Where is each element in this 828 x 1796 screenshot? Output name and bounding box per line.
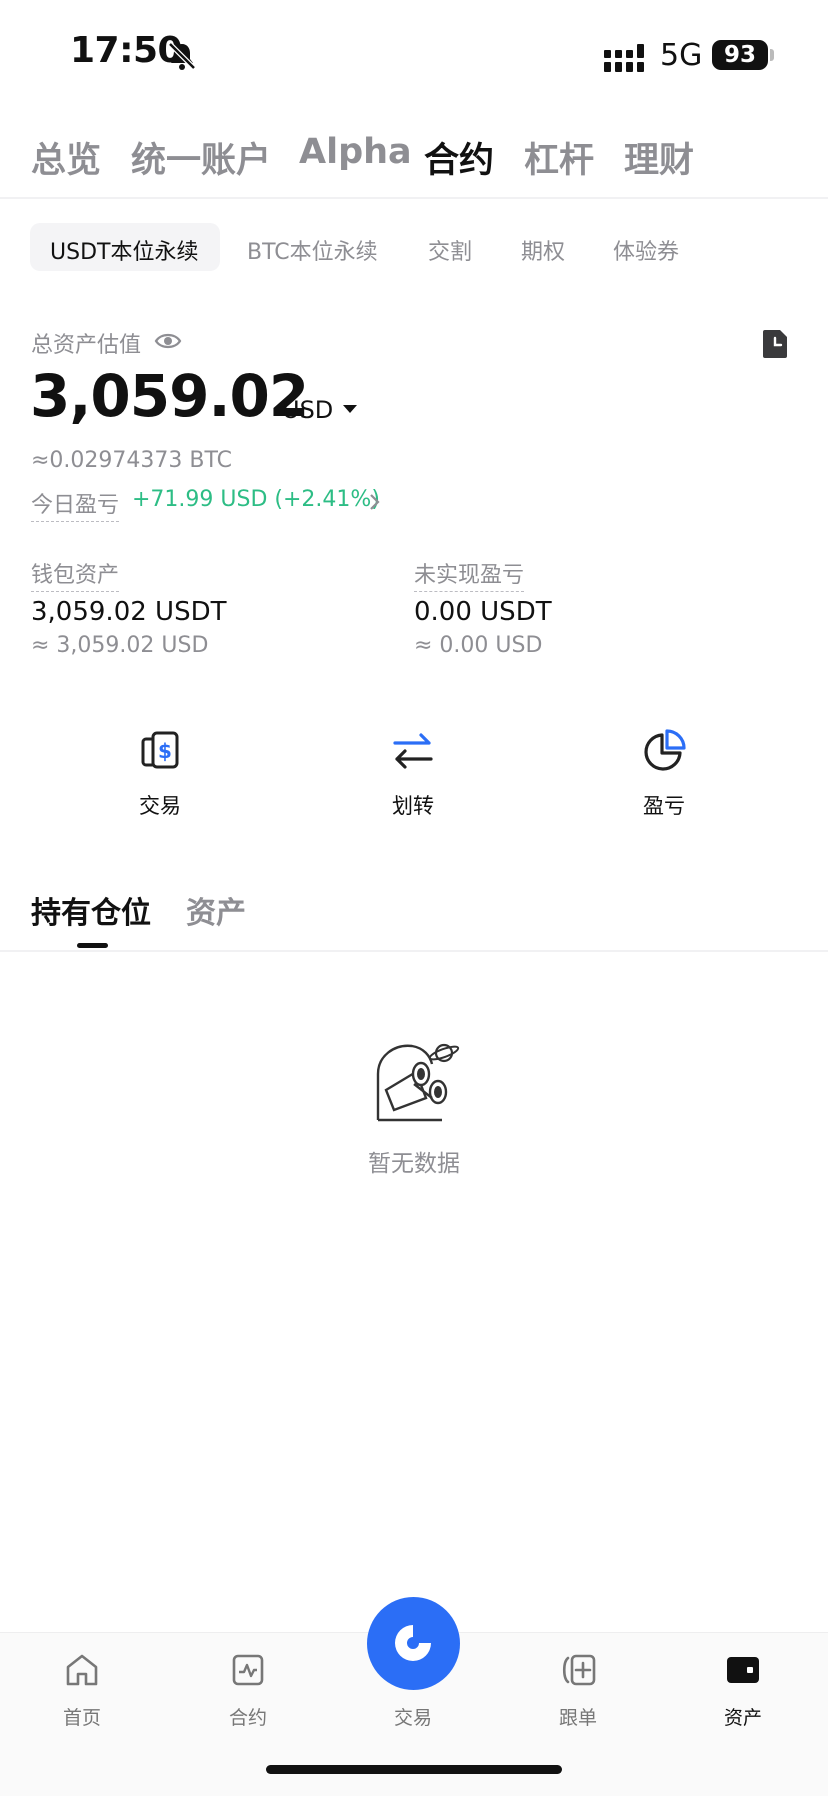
tab-alpha[interactable]: Alpha [299,132,412,172]
empty-state-text: 暂无数据 [368,1151,460,1177]
network-type: 5G [660,38,703,73]
svg-text:$: $ [158,739,172,763]
wallet-assets-value: 3,059.02 USDT [31,597,227,627]
wallet-assets-label: 钱包资产 [31,557,120,592]
tab-futures[interactable]: 合约 [424,132,494,183]
unrealized-pnl-value: 0.00 USDT [414,597,552,627]
copy-trade-icon[interactable] [560,1652,598,1688]
tab-unified-account[interactable]: 统一账户 [131,132,271,183]
tab-earn[interactable]: 理财 [624,132,694,183]
history-record-icon[interactable] [762,327,790,359]
action-pnl[interactable]: 盈亏 [604,790,724,820]
nav-assets[interactable]: 资产 [693,1703,793,1730]
sub-tab-delivery[interactable]: 交割 [428,234,472,266]
home-indicator [266,1765,562,1774]
home-icon[interactable] [64,1652,100,1688]
today-pnl-label[interactable]: 今日盈亏 [31,487,120,522]
pie-chart-icon[interactable] [640,727,688,775]
currency-selector[interactable]: USD [282,396,333,424]
action-transfer[interactable]: 划转 [353,790,473,820]
bell-muted-icon [168,42,196,70]
nav-futures[interactable]: 合约 [198,1703,298,1730]
tab-margin[interactable]: 杠杆 [524,132,594,183]
chevron-right-icon[interactable] [368,492,382,512]
total-assets-value: 3,059.02 [30,362,309,430]
futures-chart-icon[interactable] [230,1652,266,1688]
tab-open-positions[interactable]: 持有仓位 [31,888,151,932]
unrealized-pnl-usd: ≈ 0.00 USD [414,633,543,658]
unrealized-pnl-label: 未实现盈亏 [414,557,525,592]
binoculars-empty-illustration [376,1043,460,1122]
sub-tab-trial-coupon[interactable]: 体验券 [613,234,679,266]
battery-indicator: 93 [712,40,768,70]
sub-tab-usdt-perpetual[interactable]: USDT本位永续 [50,234,198,266]
tab-overview[interactable]: 总览 [31,132,101,183]
nav-home[interactable]: 首页 [32,1703,132,1730]
tab-assets[interactable]: 资产 [186,888,246,932]
nav-copy-trade[interactable]: 跟单 [528,1703,628,1730]
wallet-icon[interactable] [725,1654,761,1686]
position-tabs-divider [0,950,828,952]
battery-tip [770,49,774,61]
action-trade[interactable]: 交易 [100,790,220,820]
transfer-icon[interactable] [389,727,437,775]
nav-trade[interactable]: 交易 [363,1703,463,1730]
wallet-assets-usd: ≈ 3,059.02 USD [31,633,209,658]
eye-icon[interactable] [154,330,182,352]
sub-tab-btc-perpetual[interactable]: BTC本位永续 [247,234,378,266]
tab-indicator [77,943,108,948]
btc-equivalent: ≈0.02974373 BTC [31,448,232,473]
caret-down-icon[interactable] [343,405,357,413]
total-assets-label: 总资产估值 [31,333,142,358]
today-pnl-value[interactable]: +71.99 USD (+2.41%) [132,487,380,512]
sub-tab-options[interactable]: 期权 [521,234,565,266]
signal-icon [604,44,644,72]
tabs-divider [0,197,828,199]
trade-dollar-icon[interactable]: $ [137,727,185,775]
brand-logo-icon[interactable] [385,1615,442,1672]
